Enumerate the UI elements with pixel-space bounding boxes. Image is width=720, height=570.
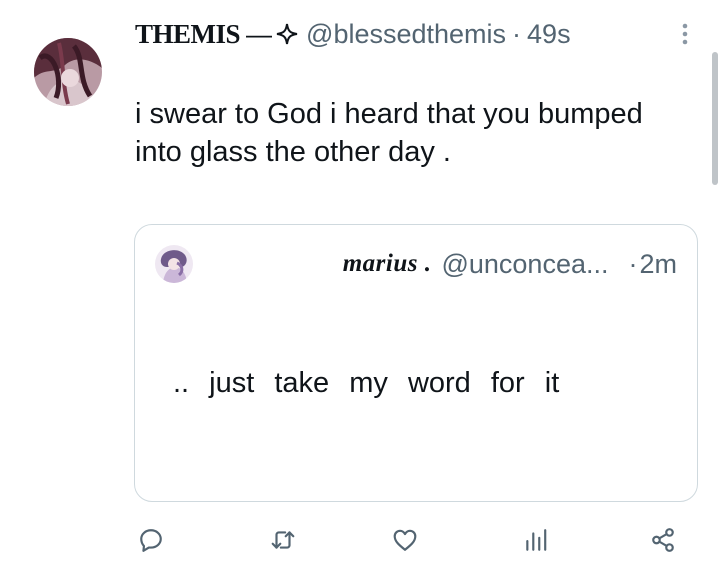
author-name[interactable]: THEMIS	[135, 19, 241, 50]
separator-dot: ·	[512, 18, 522, 49]
views-icon[interactable]	[521, 525, 551, 555]
share-icon[interactable]	[648, 525, 678, 555]
tweet-text: i swear to God i heard that you bumped i…	[135, 98, 643, 168]
scrollbar[interactable]	[712, 52, 718, 185]
quoted-tweet-text: .. just take my word for it	[173, 367, 560, 399]
reply-icon[interactable]	[136, 525, 166, 555]
author-handle[interactable]: @blessedthemis	[306, 19, 506, 50]
tweet-header: THEMIS — @blessedthemis · 49s	[135, 14, 571, 54]
quoted-tweet-timestamp: 2m	[639, 248, 677, 279]
tweet-timestamp[interactable]: 49s	[527, 19, 571, 50]
author-avatar[interactable]	[34, 38, 102, 106]
action-bar	[0, 525, 720, 555]
quoted-author-name: marius .	[342, 250, 432, 277]
quoted-separator-dot: ·	[628, 248, 638, 279]
sparkle-icon	[276, 23, 298, 45]
like-icon[interactable]	[390, 525, 420, 555]
quoted-tweet-header: marius . @unconcea... · 2m	[343, 244, 677, 284]
more-options-icon[interactable]	[673, 22, 697, 46]
name-separator: —	[246, 18, 273, 49]
quoted-tweet[interactable]: marius . @unconcea... · 2m .. just take …	[134, 224, 698, 502]
quoted-author-avatar	[155, 245, 193, 283]
quoted-author-handle: @unconcea...	[441, 248, 609, 279]
retweet-icon[interactable]	[268, 525, 298, 555]
